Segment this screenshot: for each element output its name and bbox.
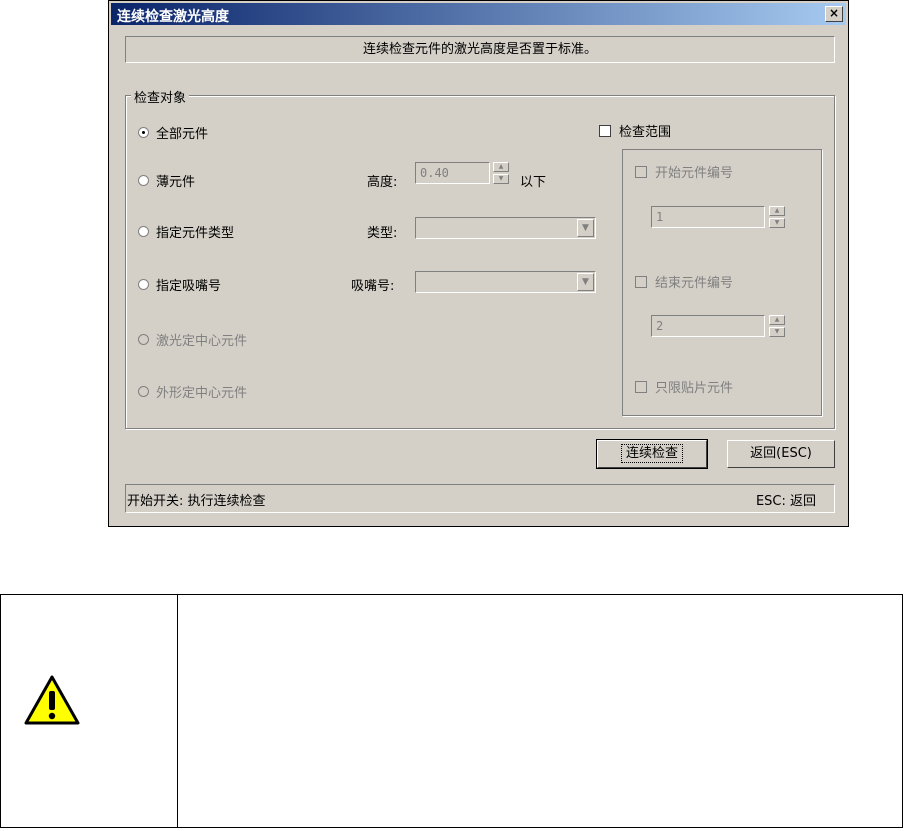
window-title: 连续检查激光高度: [117, 9, 229, 25]
height-suffix: 以下: [520, 175, 547, 190]
end-number-spinner[interactable]: ▲ ▼: [769, 315, 785, 337]
close-button[interactable]: ×: [825, 6, 843, 22]
radio-indicator: [138, 334, 149, 345]
height-spinner[interactable]: ▲ ▼: [493, 162, 509, 184]
radio-indicator: [138, 175, 149, 186]
status-left-text: 开始开关: 执行连续检查: [127, 494, 266, 509]
checkbox-indicator: [635, 380, 647, 393]
radio-label: 薄元件: [156, 175, 196, 190]
close-icon: ×: [828, 6, 840, 20]
checkbox-indicator: [635, 275, 647, 288]
radio-indicator: [138, 226, 149, 237]
spin-down-icon[interactable]: ▼: [493, 174, 509, 184]
message-box: 连续检查元件的激光高度是否置于标准。: [125, 36, 835, 63]
radio-label: 全部元件: [156, 127, 209, 142]
type-label: 类型:: [367, 226, 398, 241]
radio-nozzle-number[interactable]: 指定吸嘴号: [138, 275, 221, 294]
spin-up-icon[interactable]: ▲: [493, 162, 509, 172]
radio-label: 激光定中心元件: [156, 334, 248, 349]
radio-label: 指定吸嘴号: [156, 279, 222, 294]
warning-icon: [24, 675, 80, 725]
radio-label: 外形定中心元件: [156, 386, 248, 401]
radio-label: 指定元件类型: [156, 226, 235, 241]
status-bar: 开始开关: 执行连续检查 ESC: 返回: [125, 484, 835, 513]
nozzle-label: 吸嘴号:: [351, 279, 395, 294]
continuous-check-button[interactable]: 连续检查: [596, 439, 708, 469]
nozzle-select[interactable]: ▼: [415, 271, 596, 293]
chip-only-checkbox[interactable]: 只限贴片元件: [635, 377, 733, 396]
check-range-checkbox[interactable]: 检查范围: [599, 121, 671, 140]
chevron-down-icon[interactable]: ▼: [577, 219, 594, 237]
radio-vision-centering[interactable]: 外形定中心元件: [138, 382, 247, 401]
checkbox-label: 检查范围: [619, 125, 672, 140]
end-number-checkbox[interactable]: 结束元件编号: [635, 272, 733, 291]
laser-height-dialog: 连续检查激光高度 × 连续检查元件的激光高度是否置于标准。 检查对象 全部元件 …: [108, 0, 849, 527]
table-divider: [177, 595, 178, 827]
warning-note-table: [0, 594, 903, 828]
checkbox-label: 开始元件编号: [655, 166, 734, 181]
radio-indicator: [138, 127, 149, 138]
checkbox-label: 结束元件编号: [655, 276, 734, 291]
radio-component-type[interactable]: 指定元件类型: [138, 222, 234, 241]
status-right-text: ESC: 返回: [755, 494, 816, 509]
back-button[interactable]: 返回(ESC): [727, 440, 835, 468]
start-number-checkbox[interactable]: 开始元件编号: [635, 162, 733, 181]
title-bar[interactable]: 连续检查激光高度 ×: [111, 3, 846, 25]
group-title: 检查对象: [131, 87, 190, 106]
checkbox-indicator: [635, 165, 647, 178]
checkbox-indicator: [599, 124, 611, 137]
height-label: 高度:: [367, 175, 398, 190]
end-number-input[interactable]: 2: [651, 315, 765, 337]
chevron-down-icon[interactable]: ▼: [577, 273, 594, 291]
height-input[interactable]: 0.40: [415, 162, 490, 184]
radio-all-components[interactable]: 全部元件: [138, 123, 208, 142]
radio-thin-components[interactable]: 薄元件: [138, 171, 195, 190]
radio-indicator: [138, 386, 149, 397]
start-number-input[interactable]: 1: [651, 206, 765, 228]
checkbox-label: 只限贴片元件: [655, 381, 734, 396]
spin-up-icon[interactable]: ▲: [769, 206, 785, 216]
start-number-spinner[interactable]: ▲ ▼: [769, 206, 785, 228]
radio-indicator: [138, 279, 149, 290]
spin-down-icon[interactable]: ▼: [769, 327, 785, 337]
continuous-check-label: 连续检查: [620, 444, 683, 463]
spin-down-icon[interactable]: ▼: [769, 218, 785, 228]
spin-up-icon[interactable]: ▲: [769, 315, 785, 325]
radio-laser-centering[interactable]: 激光定中心元件: [138, 330, 247, 349]
type-select[interactable]: ▼: [415, 217, 596, 239]
